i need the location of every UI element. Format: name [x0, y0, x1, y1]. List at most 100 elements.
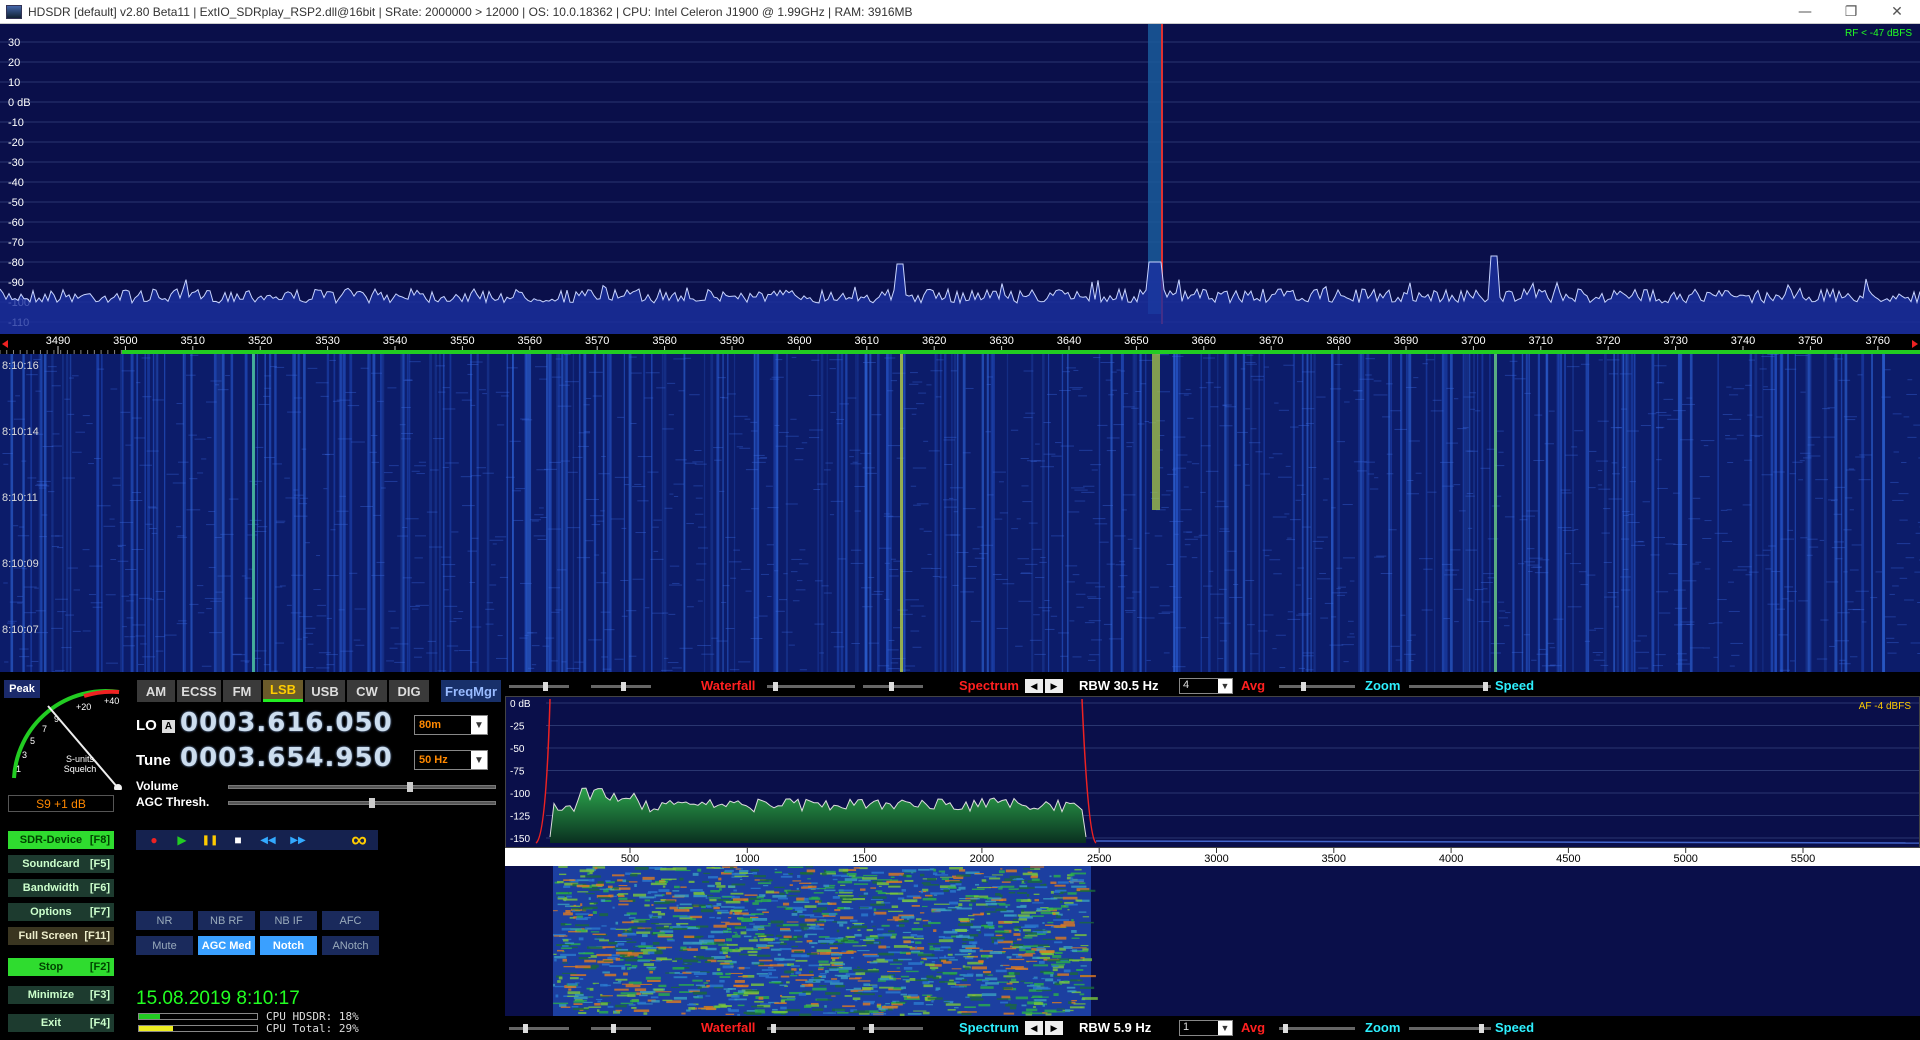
rf-spectrum-panel[interactable]: 3020100 dB-10-20-30-40-50-60-70-80-90-10… [0, 24, 1920, 334]
rf-zoom-slider[interactable] [1279, 682, 1355, 691]
slider-thumb[interactable] [611, 1024, 616, 1033]
slider-thumb[interactable] [543, 682, 548, 691]
mode-dig-button[interactable]: DIG [389, 680, 429, 702]
notch-button[interactable]: Notch [260, 936, 317, 955]
rf-waterfall-plot[interactable] [0, 354, 1920, 673]
slider-thumb[interactable] [1483, 682, 1488, 691]
af-waterfall-slider-2[interactable] [591, 1024, 651, 1033]
rf-avg-select[interactable]: 4 ▼ [1179, 678, 1233, 694]
mode-am-button[interactable]: AM [137, 680, 175, 702]
rf-speed-slider[interactable] [1409, 682, 1491, 691]
rf-waterfall-speck [614, 658, 624, 660]
rf-waterfall-streak [845, 354, 848, 672]
rf-waterfall-speck [1296, 614, 1309, 616]
mode-cw-button[interactable]: CW [347, 680, 387, 702]
tune-frequency-display[interactable]: 0003.654.950 [180, 743, 393, 773]
af-waterfall-plot[interactable] [505, 866, 1920, 1017]
rf-waterfall-speck [490, 564, 496, 566]
slider-thumb[interactable] [869, 1024, 874, 1033]
rf-frequency-axis[interactable]: 3490 3500 3510 3520 3530 3540 3550 3560 3570 3580… [0, 334, 1920, 354]
af-avg-select[interactable]: 1 ▼ [1179, 1020, 1233, 1036]
restore-window-button[interactable]: ❐ [1828, 0, 1874, 24]
mode-fm-button[interactable]: FM [223, 680, 261, 702]
mute-button[interactable]: Mute [136, 936, 193, 955]
rf-waterfall-speck [1619, 373, 1632, 375]
slider-thumb[interactable] [523, 1024, 528, 1033]
rf-waterfall-panel[interactable] [0, 354, 1920, 673]
agc-med-button[interactable]: AGC Med [198, 936, 255, 955]
bandwidth-button[interactable]: Bandwidth [F6] [8, 879, 114, 897]
slider-thumb[interactable] [621, 682, 626, 691]
af-waterfall-slider-1[interactable] [509, 1024, 569, 1033]
af-waterfall-speck [600, 995, 613, 997]
close-window-button[interactable]: ✕ [1874, 0, 1920, 24]
afc-button[interactable]: AFC [322, 911, 379, 930]
exit-button[interactable]: Exit [F4] [8, 1014, 114, 1032]
anotch-button[interactable]: ANotch [322, 936, 379, 955]
af-waterfall-panel[interactable] [505, 866, 1920, 1017]
af-spectrum-panel[interactable]: 0 dB -25 -50 -75 -100 -125 -150 AF -4 dBFS [505, 696, 1920, 848]
af-speed-slider[interactable] [1409, 1024, 1491, 1033]
sdr-device-button[interactable]: SDR-Device [F8] [8, 831, 114, 849]
slider-thumb[interactable] [773, 682, 778, 691]
af-spectrum-slider-2[interactable] [863, 1024, 923, 1033]
play-icon[interactable]: ▶ [170, 830, 194, 850]
fullscreen-button[interactable]: Full Screen [F11] [8, 927, 114, 945]
volume-slider-thumb[interactable] [407, 782, 413, 792]
af-spectrum-slider-1[interactable] [767, 1024, 855, 1033]
freq-manager-button[interactable]: FreqMgr [441, 680, 501, 702]
slider-thumb[interactable] [1283, 1024, 1288, 1033]
rf-nav-left-button[interactable]: ◀ [1025, 679, 1043, 693]
af-spectrum-plot[interactable]: 0 dB-25-50-75-100-125-150AF -4 dBFS [506, 697, 1920, 847]
rf-waterfall-speck [1184, 538, 1198, 540]
record-icon[interactable]: ● [142, 830, 166, 850]
volume-slider[interactable] [228, 782, 496, 792]
rf-waterfall-slider-2[interactable] [591, 682, 651, 691]
rf-waterfall-slider-1[interactable] [509, 682, 569, 691]
rewind-icon[interactable]: ◀◀ [256, 830, 280, 850]
rf-waterfall-streak [785, 354, 789, 672]
slider-thumb[interactable] [1479, 1024, 1484, 1033]
af-nav-right-button[interactable]: ▶ [1045, 1021, 1063, 1035]
nb-if-button[interactable]: NB IF [260, 911, 317, 930]
af-frequency-axis[interactable]: 500 1000 1500 2000 2500 3000 3500 4000 4500 5000 5… [505, 848, 1920, 866]
rf-waterfall-speck [485, 608, 495, 610]
loop-icon[interactable]: ∞ [342, 827, 376, 852]
fast-forward-icon[interactable]: ▶▶ [286, 830, 310, 850]
rf-waterfall-speck [1835, 558, 1843, 560]
soundcard-button[interactable]: Soundcard [F5] [8, 855, 114, 873]
options-button[interactable]: Options [F7] [8, 903, 114, 921]
stop-button[interactable]: Stop [F2] [8, 958, 114, 976]
mode-ecss-button[interactable]: ECSS [177, 680, 221, 702]
slider-thumb[interactable] [1301, 682, 1306, 691]
rf-spectrum-plot[interactable]: 3020100 dB-10-20-30-40-50-60-70-80-90-10… [0, 24, 1920, 334]
rf-waterfall-speck [932, 575, 940, 577]
af-zoom-slider[interactable] [1279, 1024, 1355, 1033]
minimize-button[interactable]: Minimize [F3] [8, 986, 114, 1004]
rf-waterfall-streak [449, 354, 452, 672]
stop-icon[interactable]: ■ [226, 830, 250, 850]
step-select[interactable]: 50 Hz ▼ [414, 750, 488, 770]
slider-thumb[interactable] [889, 682, 894, 691]
slider-thumb[interactable] [771, 1024, 776, 1033]
minimize-window-button[interactable]: — [1782, 0, 1828, 24]
af-waterfall-speck [561, 947, 573, 950]
rf-spectrum-slider-1[interactable] [767, 682, 855, 691]
rf-waterfall-speck [1386, 383, 1393, 385]
rf-spectrum-slider-2[interactable] [863, 682, 923, 691]
rf-waterfall-speck [1899, 519, 1908, 521]
af-nav-left-button[interactable]: ◀ [1025, 1021, 1043, 1035]
pause-icon[interactable]: ❚❚ [198, 830, 222, 850]
agc-threshold-slider[interactable] [228, 798, 496, 808]
rf-nav-right-button[interactable]: ▶ [1045, 679, 1063, 693]
rf-waterfall-speck [1341, 644, 1354, 646]
nr-button[interactable]: NR [136, 911, 193, 930]
band-select[interactable]: 80m ▼ [414, 715, 488, 735]
nb-rf-button[interactable]: NB RF [198, 911, 255, 930]
peak-button[interactable]: Peak [4, 680, 40, 698]
agc-threshold-slider-thumb[interactable] [369, 798, 375, 808]
lo-frequency-display[interactable]: 0003.616.050 [180, 708, 393, 738]
mode-lsb-button[interactable]: LSB [263, 680, 303, 702]
mode-usb-button[interactable]: USB [305, 680, 345, 702]
af-waterfall-speck [1034, 899, 1039, 902]
